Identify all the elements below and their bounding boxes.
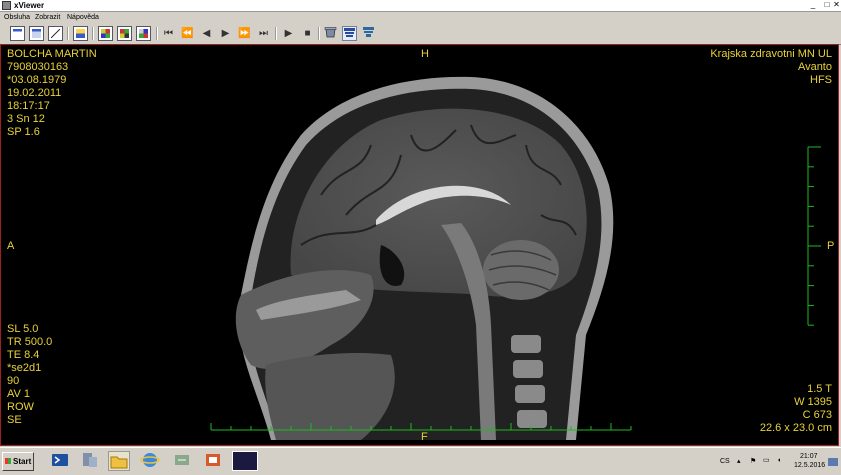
grid-multi-icon[interactable] bbox=[117, 26, 132, 41]
averages: AV 1 bbox=[7, 388, 31, 400]
rewind-button[interactable]: ⏪ bbox=[180, 26, 195, 41]
export-icon[interactable] bbox=[73, 26, 88, 41]
network-node-icon[interactable] bbox=[342, 26, 357, 41]
window-center: C 673 bbox=[802, 409, 832, 421]
powershell-icon[interactable] bbox=[50, 451, 72, 471]
minimize-button[interactable]: _ bbox=[806, 0, 820, 10]
scan-sequence: SE bbox=[7, 414, 22, 426]
flag-icon[interactable]: ⚑ bbox=[750, 457, 756, 466]
flip-angle: 90 bbox=[7, 375, 20, 387]
orientation-right: P bbox=[827, 240, 835, 252]
patient-position: HFS bbox=[810, 74, 832, 86]
network-icon[interactable] bbox=[172, 451, 194, 471]
orientation-left: A bbox=[7, 240, 15, 252]
fast-forward-button[interactable]: ⏩ bbox=[237, 26, 252, 41]
explorer-icon[interactable] bbox=[108, 451, 130, 471]
study-date: 19.02.2011 bbox=[7, 87, 62, 99]
windows-logo-icon bbox=[5, 458, 11, 464]
patient-name: BOLCHA MARTIN bbox=[7, 48, 97, 60]
menu-bar: Obsluha Zobrazit Nápověda bbox=[0, 12, 841, 23]
layout-1-icon[interactable] bbox=[10, 26, 25, 41]
orientation-bottom: F bbox=[421, 431, 428, 443]
grid-color-icon[interactable] bbox=[136, 26, 151, 41]
clock-time[interactable]: 21:07 bbox=[800, 452, 818, 461]
image-viewport[interactable]: BOLCHA MARTIN 7908030163 *03.08.1979 19.… bbox=[0, 44, 839, 446]
first-frame-button[interactable]: ⏮ bbox=[161, 26, 176, 41]
ruler-overlay bbox=[210, 146, 821, 431]
edit-icon[interactable] bbox=[48, 26, 63, 41]
xviewer-task-icon[interactable] bbox=[232, 451, 258, 471]
menu-zobrazit[interactable]: Zobrazit bbox=[35, 12, 60, 23]
app-icon-2[interactable] bbox=[203, 451, 225, 471]
play-button[interactable]: ▶ bbox=[281, 26, 296, 41]
orientation-top: H bbox=[421, 48, 429, 60]
patient-id: 7908030163 bbox=[7, 61, 69, 73]
slice-position: SP 1.6 bbox=[7, 126, 40, 138]
window-width: W 1395 bbox=[794, 396, 832, 408]
dicom-server-icon[interactable] bbox=[323, 26, 338, 41]
network-node-2-icon[interactable] bbox=[361, 26, 376, 41]
next-frame-button[interactable]: ▶ bbox=[218, 26, 233, 41]
study-time: 18:17:17 bbox=[7, 100, 50, 112]
language-indicator[interactable]: CS bbox=[720, 457, 730, 466]
taskbar: Start CS ▴ ⚑ ▭ ◖ 21:07 12.5.2016 bbox=[0, 447, 841, 475]
overlay-bottom-left: SL 5.0 TR 500.0 TE 8.4 *se2d1 90 AV 1 RO… bbox=[7, 323, 52, 427]
app-icon bbox=[2, 1, 11, 10]
birth-date: *03.08.1979 bbox=[7, 74, 67, 86]
series-info: 3 Sn 12 bbox=[7, 113, 45, 125]
sequence-name: *se2d1 bbox=[7, 362, 42, 374]
phase-direction: ROW bbox=[7, 401, 34, 413]
ie-icon[interactable] bbox=[140, 451, 162, 471]
close-button[interactable]: ✕ bbox=[832, 0, 841, 10]
network-tray-icon[interactable]: ▭ bbox=[763, 456, 770, 465]
toolbar: ⏮ ⏪ ◀ ▶ ⏩ ⏭ ▶ ■ bbox=[0, 23, 841, 45]
tray-expand-icon[interactable]: ▴ bbox=[737, 457, 741, 466]
menu-napoveda[interactable]: Nápověda bbox=[67, 12, 99, 23]
overlay-top-left: BOLCHA MARTIN 7908030163 *03.08.1979 19.… bbox=[7, 48, 97, 139]
clock-date[interactable]: 12.5.2016 bbox=[794, 461, 825, 470]
overlay-top-right: Krajska zdravotni MN UL Avanto HFS bbox=[710, 48, 832, 87]
field-of-view: 22.6 x 23.0 cm bbox=[759, 422, 832, 434]
layout-2-icon[interactable] bbox=[29, 26, 44, 41]
stop-button[interactable]: ■ bbox=[300, 26, 315, 41]
slice-thickness: SL 5.0 bbox=[7, 323, 39, 335]
server-manager-icon[interactable] bbox=[79, 451, 101, 471]
previous-frame-button[interactable]: ◀ bbox=[199, 26, 214, 41]
last-frame-button[interactable]: ⏭ bbox=[256, 26, 271, 41]
menu-obsluha[interactable]: Obsluha bbox=[4, 12, 30, 23]
grid-icon[interactable] bbox=[98, 26, 113, 41]
field-strength: 1.5 T bbox=[807, 383, 832, 395]
institution-name: Krajska zdravotni MN UL bbox=[710, 48, 832, 60]
title-bar: xViewer _ □ ✕ bbox=[0, 0, 841, 12]
volume-icon[interactable]: ◖ bbox=[777, 456, 781, 465]
start-button[interactable]: Start bbox=[2, 452, 34, 471]
overlay-bottom-right: 1.5 T W 1395 C 673 22.6 x 23.0 cm bbox=[760, 383, 832, 435]
echo-time: TE 8.4 bbox=[7, 349, 40, 361]
show-desktop-button[interactable] bbox=[828, 458, 838, 466]
window-title: xViewer bbox=[14, 1, 45, 10]
repetition-time: TR 500.0 bbox=[7, 336, 53, 348]
scanner-model: Avanto bbox=[797, 61, 832, 73]
